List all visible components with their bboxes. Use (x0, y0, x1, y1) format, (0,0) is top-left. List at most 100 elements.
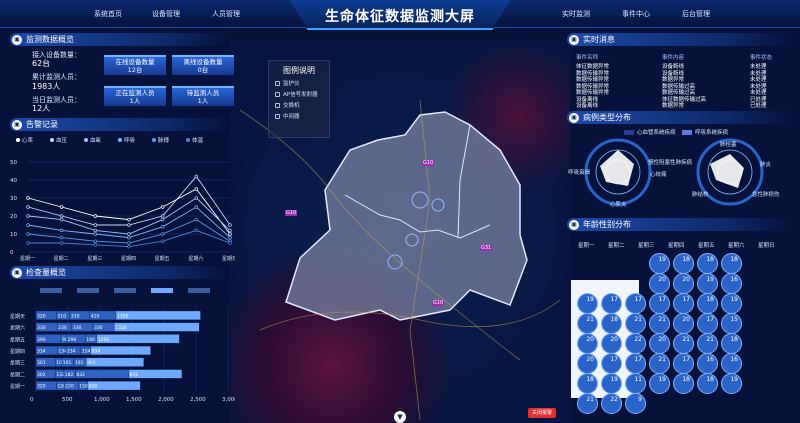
calendar-day[interactable]: 19 (577, 293, 598, 314)
monitoring-people-button[interactable]: 正在监测人员 1人 (104, 86, 166, 106)
calendar-day[interactable]: 18 (577, 373, 598, 394)
event-cell-status: 已处理 (750, 103, 767, 109)
calendar-day-value: 20 (586, 336, 594, 343)
alarm-line-chart[interactable]: 心率 血压 血氧 呼吸 脉搏 体温 0 10 20 30 40 50 星期一 星期二 星期三 星期四 星期五 星期… (10, 132, 235, 262)
calendar-day[interactable]: 22 (625, 333, 646, 354)
calendar-day[interactable]: 21 (673, 333, 694, 354)
alarm-point (194, 217, 199, 222)
calendar-day[interactable]: 17 (625, 293, 646, 314)
alarm-point (59, 235, 64, 240)
calendar-day[interactable]: 17 (601, 293, 622, 314)
events-header-status: 事件状态 (750, 55, 773, 61)
calendar-day[interactable]: 9 (625, 393, 646, 414)
calendar-day[interactable]: 17 (673, 353, 694, 374)
alarm-point (127, 235, 131, 240)
checks-bar-chart[interactable]: 0 500 1,000 1,500 2,000 2,500 3,000 星期天 320 210 31… (10, 282, 235, 407)
checks-bar-label: 1320 (117, 313, 129, 319)
calendar-day[interactable]: 15 (721, 313, 742, 334)
alarm-point (59, 217, 64, 222)
calendar-day-value: 16 (730, 356, 738, 363)
nav-item-events[interactable]: 事件中心 (622, 9, 650, 19)
expand-button[interactable]: ▼ (394, 411, 406, 423)
alarm-x-tick: 星期四 (121, 256, 136, 262)
calendar-day[interactable]: 18 (721, 333, 742, 354)
alarm-point (26, 205, 30, 209)
calendar-day[interactable]: 16 (721, 353, 742, 374)
calendar-day[interactable]: 20 (601, 333, 622, 354)
checks-bar-label: 134 (58, 349, 67, 355)
device-count-value: 62台 (32, 59, 51, 68)
calendar-day-value: 21 (658, 356, 666, 363)
calendar-day-value: 21 (586, 396, 594, 403)
calendar-day[interactable]: 17 (625, 353, 646, 374)
checks-bar-label: 330 (94, 325, 103, 331)
calendar-day[interactable]: 22 (601, 393, 622, 414)
nav-item-people[interactable]: 人员管理 (212, 9, 240, 19)
calendar-day-value: 21 (586, 316, 594, 323)
weekday-label: 星期日 (758, 243, 775, 249)
alarm-legend-marker (16, 138, 20, 142)
calendar-day[interactable]: 16 (697, 353, 718, 374)
calendar-day[interactable]: 21 (649, 353, 670, 374)
calendar-day[interactable]: 21 (577, 313, 598, 334)
calendar-day[interactable]: 19 (649, 373, 670, 394)
alarm-x-tick: 星期日 (222, 256, 235, 262)
nav-item-admin[interactable]: 后台管理 (682, 9, 710, 19)
calendar-day[interactable]: 17 (649, 293, 670, 314)
monitor-device-icon (275, 80, 280, 86)
calendar-day[interactable]: 20 (673, 273, 694, 294)
checks-bar-label: 290 (68, 337, 77, 343)
nav-item-home[interactable]: 系统首页 (94, 9, 122, 19)
nav-item-devices[interactable]: 设备管理 (152, 9, 180, 19)
calendar-day[interactable]: 17 (697, 313, 718, 334)
nav-item-monitor[interactable]: 实时监测 (562, 9, 590, 19)
calendar-day-value: 20 (586, 356, 594, 363)
alarm-point (194, 228, 199, 233)
road-tag: G10 (285, 210, 298, 216)
calendar-day[interactable]: 18 (601, 313, 622, 334)
alarm-point (93, 214, 98, 218)
calendar-day[interactable]: 17 (601, 353, 622, 374)
calendar-day[interactable]: 18 (673, 373, 694, 394)
close-alarm-button[interactable]: 关闭报警 (528, 408, 556, 418)
offline-devices-button[interactable]: 离线设备数量 0台 (172, 55, 234, 75)
alarm-point (160, 225, 165, 229)
message-icon: ▣ (569, 34, 579, 45)
calendar-day[interactable]: 21 (625, 313, 646, 334)
calendar-day[interactable]: 19 (721, 373, 742, 394)
alarm-point (160, 217, 165, 222)
waiting-people-button[interactable]: 待监测人员 1人 (172, 86, 234, 106)
calendar-day[interactable]: 21 (577, 393, 598, 414)
calendar-day[interactable]: 20 (577, 333, 598, 354)
calendar-day[interactable]: 16 (721, 273, 742, 294)
checks-legend-swatch (114, 288, 136, 293)
online-devices-button[interactable]: 在线设备数量 12台 (104, 55, 166, 75)
calendar-day[interactable]: 20 (673, 313, 694, 334)
alarm-legend-label: 心率 (22, 136, 34, 144)
calendar-day-value: 18 (682, 376, 690, 383)
calendar-day[interactable]: 19 (721, 293, 742, 314)
calendar-day[interactable]: 20 (649, 333, 670, 354)
calendar-day[interactable]: 18 (721, 253, 742, 274)
calendar-day[interactable]: 18 (697, 373, 718, 394)
alarm-point (228, 228, 232, 233)
calendar-day[interactable]: 18 (673, 253, 694, 274)
calendar-day[interactable]: 19 (697, 273, 718, 294)
calendar-day[interactable]: 21 (697, 333, 718, 354)
calendar-day[interactable]: 18 (697, 253, 718, 274)
calendar-day[interactable]: 21 (649, 313, 670, 334)
calendar-day[interactable]: 19 (601, 373, 622, 394)
disease-radar-chart[interactable] (570, 136, 795, 214)
alarm-legend-marker (152, 138, 156, 142)
calendar-day[interactable]: 20 (649, 273, 670, 294)
calendar-day[interactable]: 18 (697, 293, 718, 314)
calendar-day[interactable]: 17 (673, 293, 694, 314)
checks-legend-swatch (151, 288, 173, 293)
alarm-x-tick: 星期三 (87, 256, 102, 262)
calendar-day[interactable]: 19 (649, 253, 670, 274)
checks-bar-label: 180 (86, 337, 95, 343)
alarm-legend-label: 体温 (192, 136, 204, 144)
calendar-day[interactable]: 11 (625, 373, 646, 394)
calendar-day[interactable]: 20 (577, 353, 598, 374)
checks-panel-title: ▣ 检查量概览 (10, 266, 230, 279)
